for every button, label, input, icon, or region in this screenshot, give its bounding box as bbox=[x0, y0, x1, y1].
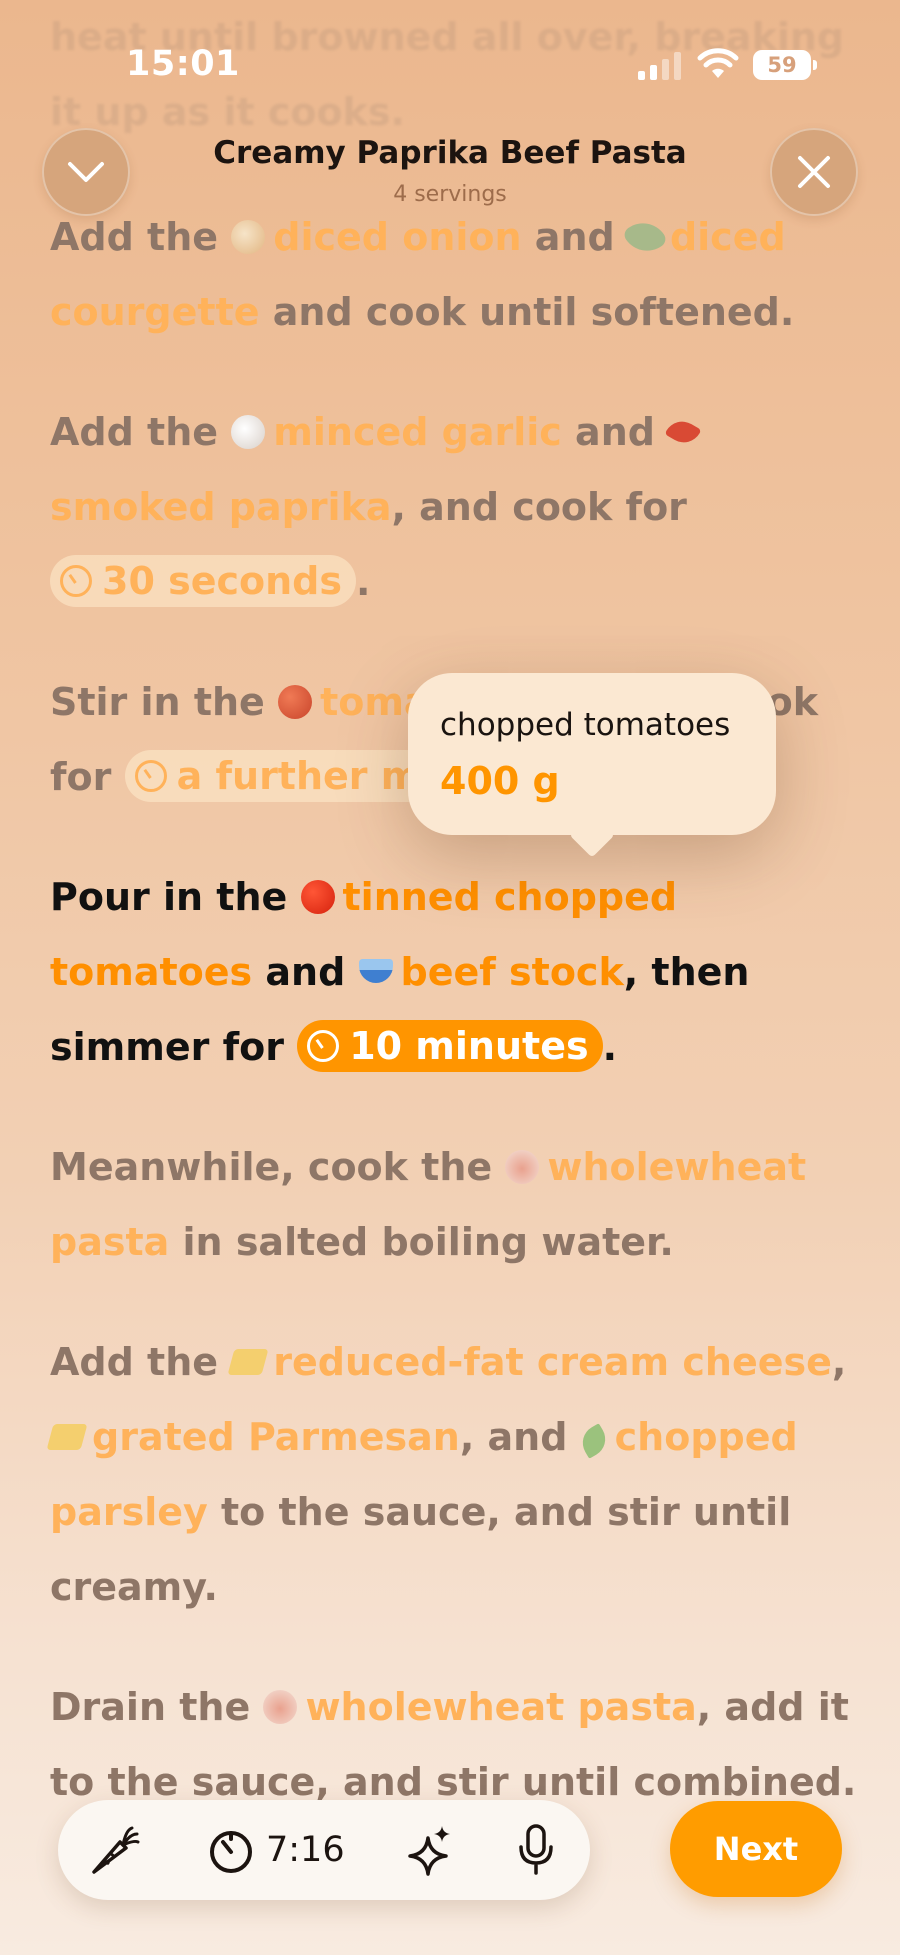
bowl-icon bbox=[358, 959, 393, 983]
recipe-steps: Add the diced onion and diced courgette … bbox=[46, 200, 860, 1865]
onion-icon bbox=[231, 220, 266, 254]
recipe-step-current[interactable]: Pour in the tinned chopped tomatoes and … bbox=[50, 860, 860, 1085]
tooltip-ingredient-name: chopped tomatoes bbox=[440, 707, 731, 743]
pasta-icon bbox=[263, 1690, 298, 1724]
step-text: . bbox=[602, 1025, 618, 1069]
step-text: Add the bbox=[50, 1340, 232, 1384]
pasta-icon bbox=[505, 1150, 540, 1184]
step-text: Pour in the bbox=[50, 875, 301, 919]
timer-readout: 7:16 bbox=[266, 1830, 345, 1870]
recipe-step[interactable]: Add the reduced-fat cream cheese, grated… bbox=[46, 1325, 860, 1625]
step-timer-chip[interactable]: 30 seconds bbox=[50, 555, 357, 607]
step-text: , and cook for bbox=[391, 485, 687, 529]
step-timer-chip[interactable]: 10 minutes bbox=[297, 1020, 603, 1072]
step-text: and bbox=[561, 410, 669, 454]
next-button[interactable]: Next bbox=[670, 1801, 842, 1897]
voice-button[interactable] bbox=[516, 1800, 556, 1900]
ingredient-link[interactable]: diced onion bbox=[273, 215, 521, 259]
ingredients-button[interactable] bbox=[86, 1800, 142, 1900]
step-text: Drain the bbox=[50, 1685, 264, 1729]
cheese-icon bbox=[227, 1349, 269, 1375]
wifi-icon bbox=[697, 48, 739, 78]
timer-icon bbox=[307, 1030, 340, 1062]
ingredient-link[interactable]: reduced-fat cream cheese bbox=[273, 1340, 832, 1384]
step-text: , bbox=[831, 1340, 847, 1384]
ingredient-tooltip: chopped tomatoes 400 g bbox=[408, 673, 776, 835]
chili-icon bbox=[664, 414, 702, 450]
step-text: Meanwhile, cook the bbox=[50, 1145, 506, 1189]
step-text: and bbox=[521, 215, 628, 259]
status-time: 15:01 bbox=[126, 44, 240, 84]
ingredient-link[interactable]: smoked paprika bbox=[50, 485, 392, 529]
herb-icon bbox=[575, 1423, 612, 1459]
step-text: and bbox=[252, 950, 359, 994]
timer-button[interactable]: 7:16 bbox=[206, 1800, 345, 1900]
tomato-icon bbox=[278, 685, 313, 719]
ingredient-link[interactable]: grated Parmesan bbox=[92, 1415, 460, 1459]
recipe-step[interactable]: Add the diced onion and diced courgette … bbox=[50, 200, 860, 350]
timer-icon bbox=[134, 760, 167, 792]
step-text: in salted boiling water. bbox=[169, 1220, 674, 1264]
cheese-icon bbox=[46, 1424, 88, 1450]
tooltip-ingredient-quantity: 400 g bbox=[440, 759, 560, 803]
timer-icon bbox=[210, 1831, 252, 1873]
carrot-icon bbox=[92, 1826, 140, 1874]
sparkles-icon bbox=[408, 1826, 450, 1876]
recipe-step[interactable]: Add the minced garlic and smoked paprika… bbox=[50, 395, 860, 620]
status-bar: 15:01 59 bbox=[0, 0, 900, 120]
assistant-button[interactable] bbox=[406, 1800, 454, 1900]
battery-indicator: 59 bbox=[753, 50, 817, 80]
ingredient-link[interactable]: minced garlic bbox=[273, 410, 562, 454]
recipe-title: Creamy Paprika Beef Pasta bbox=[213, 135, 687, 171]
ingredient-link[interactable]: beef stock bbox=[401, 950, 624, 994]
courgette-icon bbox=[621, 213, 669, 261]
microphone-icon bbox=[519, 1824, 553, 1875]
close-icon bbox=[798, 156, 830, 188]
step-text: Add the bbox=[50, 215, 232, 259]
step-text: Stir in the bbox=[50, 680, 279, 724]
garlic-icon bbox=[231, 415, 266, 449]
step-text: . bbox=[356, 560, 371, 604]
step-text: Add the bbox=[50, 410, 232, 454]
ingredient-link[interactable]: wholewheat pasta bbox=[305, 1685, 696, 1729]
recipe-step[interactable]: Drain the wholewheat pasta, add it to th… bbox=[50, 1670, 860, 1820]
recipe-step[interactable]: Meanwhile, cook the wholewheat pasta in … bbox=[50, 1130, 860, 1280]
cellular-signal-icon bbox=[638, 52, 682, 80]
step-text: , and bbox=[459, 1415, 581, 1459]
timer-label: 10 minutes bbox=[349, 1024, 589, 1068]
step-text: and cook until softened. bbox=[259, 290, 795, 334]
timer-label: 30 seconds bbox=[102, 559, 343, 603]
tomato-icon bbox=[300, 880, 335, 914]
timer-icon bbox=[60, 565, 92, 597]
bottom-toolbar: 7:16 bbox=[58, 1800, 590, 1900]
